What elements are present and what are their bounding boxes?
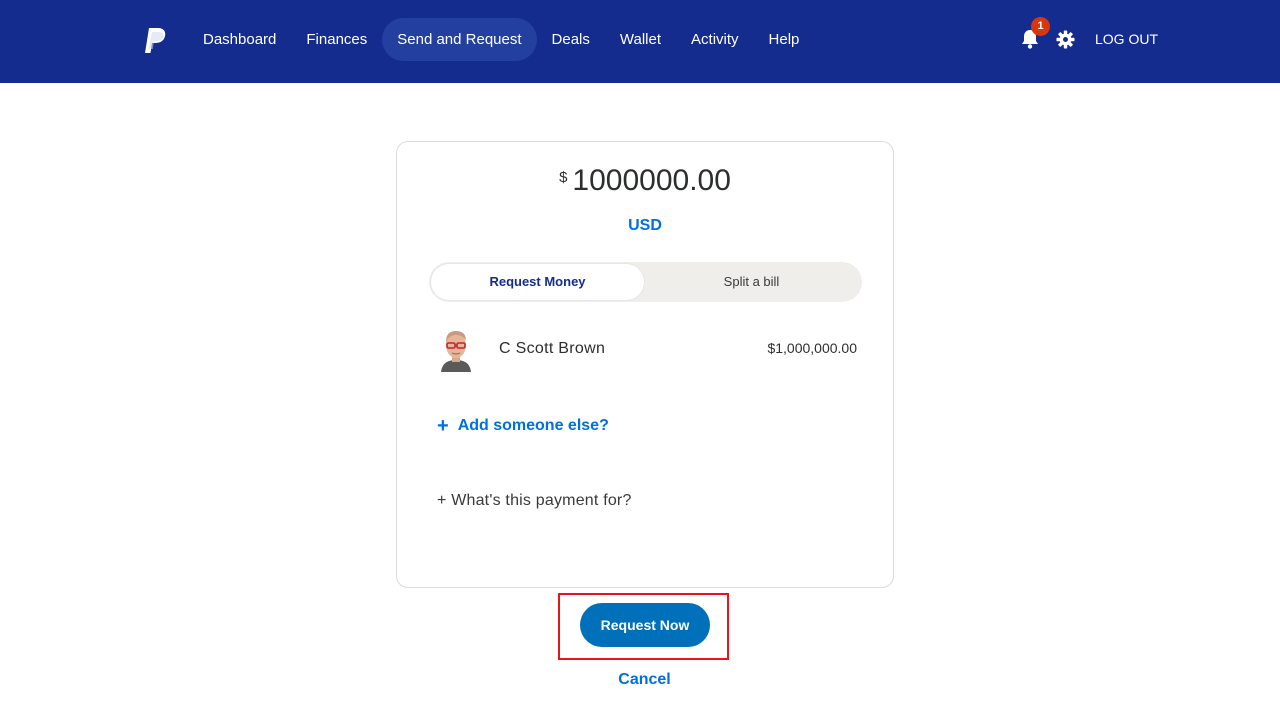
tab-split-a-bill[interactable]: Split a bill — [645, 264, 858, 300]
tab-request-money[interactable]: Request Money — [431, 264, 644, 300]
nav-wallet[interactable]: Wallet — [605, 18, 676, 61]
cancel-label[interactable]: Cancel — [618, 671, 670, 688]
add-someone-button[interactable]: + Add someone else? — [437, 415, 609, 437]
nav-finances[interactable]: Finances — [291, 18, 382, 61]
nav-send-and-request[interactable]: Send and Request — [382, 18, 537, 61]
avatar — [437, 328, 475, 372]
currency-symbol: $ — [559, 169, 568, 186]
recipient-amount[interactable]: $1,000,000.00 — [767, 340, 857, 356]
plus-icon: + — [437, 415, 449, 437]
currency-selector[interactable]: USD — [397, 217, 893, 235]
main-nav: Dashboard Finances Send and Request Deal… — [188, 18, 814, 61]
payment-note-link[interactable]: + What's this payment for? — [437, 492, 632, 510]
notification-badge: 1 — [1031, 17, 1050, 36]
amount-display[interactable]: $ 1000000.00 — [397, 164, 893, 198]
request-type-toggle: Request Money Split a bill — [429, 262, 862, 302]
nav-dashboard[interactable]: Dashboard — [188, 18, 291, 61]
request-now-button[interactable]: Request Now — [580, 603, 710, 647]
nav-help[interactable]: Help — [754, 18, 815, 61]
nav-activity[interactable]: Activity — [676, 18, 754, 61]
recipient-row: C Scott Brown $1,000,000.00 — [437, 328, 857, 374]
paypal-logo[interactable] — [143, 27, 169, 55]
cancel-link: Cancel — [0, 671, 1280, 689]
nav-deals[interactable]: Deals — [537, 18, 605, 61]
amount-value[interactable]: 1000000.00 — [572, 164, 731, 198]
gear-icon[interactable] — [1056, 30, 1075, 49]
logout-link[interactable]: LOG OUT — [1095, 31, 1158, 47]
top-navigation-bar: Dashboard Finances Send and Request Deal… — [0, 0, 1280, 83]
add-someone-label: Add someone else? — [457, 417, 609, 434]
recipient-name: C Scott Brown — [499, 340, 606, 357]
request-card: $ 1000000.00 USD Request Money Split a b… — [396, 141, 894, 588]
